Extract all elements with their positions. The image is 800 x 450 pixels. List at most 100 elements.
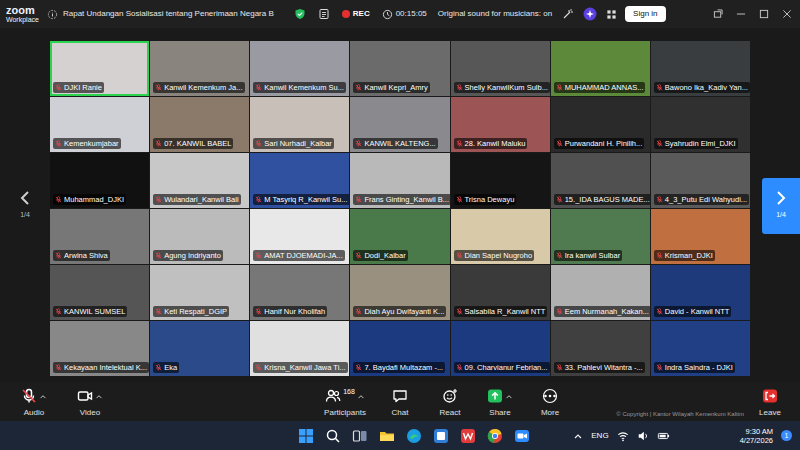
- notification-badge[interactable]: 1: [781, 430, 792, 441]
- participant-tile[interactable]: Dian Sapei Nugroho: [451, 209, 550, 264]
- audio-button[interactable]: Audio: [10, 388, 58, 417]
- participant-tile[interactable]: Eem Nurmanah_Kakan...: [551, 265, 650, 320]
- zoom-app-icon[interactable]: [514, 428, 530, 444]
- participant-tile[interactable]: KANWIL SUMSEL: [50, 265, 149, 320]
- arrow-left-icon[interactable]: [19, 190, 31, 206]
- maximize-icon[interactable]: [759, 9, 769, 19]
- chevron-up-icon[interactable]: [505, 393, 513, 400]
- muted-mic-icon: [556, 196, 563, 203]
- participant-tile[interactable]: Krisman_DJKI: [651, 209, 750, 264]
- leave-icon[interactable]: [762, 388, 778, 404]
- participant-tile[interactable]: Kanwil Kemenkum Ja...: [150, 41, 249, 96]
- ai-companion-icon[interactable]: [583, 7, 597, 21]
- participant-tile[interactable]: DJKI Ranie: [50, 41, 149, 96]
- participant-tile[interactable]: M Tasyriq R_Kanwil Su...: [250, 153, 349, 208]
- arrow-right-icon[interactable]: [775, 190, 787, 206]
- participant-tile[interactable]: Agung Indriyanto: [150, 209, 249, 264]
- participant-tile[interactable]: Salsabila R_Kanwil NTT: [451, 265, 550, 320]
- participant-tile[interactable]: AMAT DJOEMADI-JA...: [250, 209, 349, 264]
- participants-button[interactable]: 168Participants: [316, 388, 374, 417]
- battery-icon[interactable]: [657, 430, 670, 442]
- participant-tile[interactable]: Hanif Nur Kholifah: [250, 265, 349, 320]
- shield-icon[interactable]: [294, 8, 306, 20]
- pop-out-icon[interactable]: [713, 9, 723, 19]
- participant-tile[interactable]: Kanwil Kepri_Amry: [350, 41, 449, 96]
- share-icon[interactable]: [487, 388, 503, 404]
- participant-tile[interactable]: Muhammad_DJKI: [50, 153, 149, 208]
- recording-indicator[interactable]: REC: [342, 8, 370, 20]
- notes-icon[interactable]: [318, 8, 330, 20]
- muted-mic-icon: [355, 364, 362, 371]
- participant-tile[interactable]: Shelly KanwilKum Sulb...: [451, 41, 550, 96]
- audio-mode[interactable]: Original sound for musicians: on: [438, 8, 552, 20]
- info-icon[interactable]: [47, 9, 58, 20]
- leave-button[interactable]: Leave: [746, 388, 794, 417]
- participant-tile[interactable]: Syahrudin Elmi_DJKI: [651, 97, 750, 152]
- input-language[interactable]: ENG: [591, 430, 608, 442]
- search-icon[interactable]: [325, 428, 341, 444]
- react-icon[interactable]: [442, 388, 458, 404]
- speaker-icon[interactable]: [637, 430, 649, 442]
- wifi-icon[interactable]: [617, 430, 629, 442]
- participant-tile[interactable]: Kanwil Kemenkum Su...: [250, 41, 349, 96]
- participant-tile[interactable]: Dodi_Kalbar: [350, 209, 449, 264]
- video-icon[interactable]: [77, 388, 93, 404]
- participant-tile[interactable]: Ira kanwil Sulbar: [551, 209, 650, 264]
- participant-tile[interactable]: Arwina Shiva: [50, 209, 149, 264]
- chrome-icon[interactable]: [487, 428, 503, 444]
- participant-tile[interactable]: Bawono Ika_Kadiv Yan...: [651, 41, 750, 96]
- participant-tile[interactable]: Frans Ginting_Kanwil B...: [350, 153, 449, 208]
- participant-tile[interactable]: 09. Charvianur Febrian...: [451, 321, 550, 376]
- participant-tile[interactable]: Purwandani H. Pinilih...: [551, 97, 650, 152]
- participant-tile[interactable]: David - Kanwil NTT: [651, 265, 750, 320]
- participant-tile[interactable]: Diah Ayu Dwifayanti K...: [350, 265, 449, 320]
- chat-button[interactable]: Chat: [376, 388, 424, 417]
- participants-icon[interactable]: [325, 388, 341, 404]
- next-page[interactable]: 1/4: [762, 178, 800, 234]
- participant-tile[interactable]: Krisna_Kanwil Jawa Ti...: [250, 321, 349, 376]
- chevron-up-icon[interactable]: [95, 393, 103, 400]
- participant-tile[interactable]: Wulandari_Kanwil Bali: [150, 153, 249, 208]
- more-icon[interactable]: [542, 388, 558, 404]
- close-icon[interactable]: [782, 9, 792, 19]
- participant-name: 28. Kanwil Maluku: [465, 139, 526, 148]
- participant-tile[interactable]: Sari Nurhadi_Kalbar: [250, 97, 349, 152]
- file-explorer-icon[interactable]: [379, 428, 395, 444]
- muted-mic-icon: [456, 364, 463, 371]
- tray-chevron-icon[interactable]: [573, 432, 583, 440]
- magic-wand-icon[interactable]: [562, 8, 574, 20]
- task-view-icon[interactable]: [352, 428, 368, 444]
- participant-tile[interactable]: Eka: [150, 321, 249, 376]
- taskbar-clock[interactable]: 9:30 AM4/27/2026: [740, 427, 773, 445]
- chevron-up-icon[interactable]: [357, 393, 365, 400]
- participant-tile[interactable]: MUHAMMAD ANNAS...: [551, 41, 650, 96]
- page-indicator: 1/4: [776, 210, 786, 221]
- chevron-up-icon[interactable]: [39, 393, 47, 400]
- participant-tile[interactable]: Keti Respati_DGIP: [150, 265, 249, 320]
- audio-icon[interactable]: [21, 388, 37, 404]
- sign-in-button[interactable]: Sign in: [625, 6, 665, 22]
- participant-tile[interactable]: Kekayaan Intelektual K...: [50, 321, 149, 376]
- video-button[interactable]: Video: [66, 388, 114, 417]
- minimize-icon[interactable]: [736, 9, 746, 19]
- participant-tile[interactable]: 33. Pahlevi Witantra -...: [551, 321, 650, 376]
- participant-tile[interactable]: 15._IDA BAGUS MADE...: [551, 153, 650, 208]
- more-button[interactable]: More: [526, 388, 574, 417]
- store-icon[interactable]: [433, 428, 449, 444]
- wps-office-icon[interactable]: [460, 428, 476, 444]
- chat-icon[interactable]: [392, 388, 408, 404]
- participant-tile[interactable]: KANWIL KALTENG...: [350, 97, 449, 152]
- participant-tile[interactable]: 28. Kanwil Maluku: [451, 97, 550, 152]
- participant-tile[interactable]: Trisna Dewayu: [451, 153, 550, 208]
- edge-icon[interactable]: [406, 428, 422, 444]
- participant-tile[interactable]: 4_3_Putu Edi Wahyudi...: [651, 153, 750, 208]
- participant-tile[interactable]: 07. KANWIL BABEL: [150, 97, 249, 152]
- apps-grid-icon[interactable]: [606, 9, 617, 20]
- previous-page[interactable]: 1/4: [0, 28, 50, 383]
- participant-tile[interactable]: 7. Baydafi Multazam -...: [350, 321, 449, 376]
- share-button[interactable]: Share: [476, 388, 524, 417]
- windows-start-icon[interactable]: [298, 428, 314, 444]
- react-button[interactable]: React: [426, 388, 474, 417]
- participant-tile[interactable]: Indra Saindra - DJKI: [651, 321, 750, 376]
- participant-tile[interactable]: Kemenkumjabar: [50, 97, 149, 152]
